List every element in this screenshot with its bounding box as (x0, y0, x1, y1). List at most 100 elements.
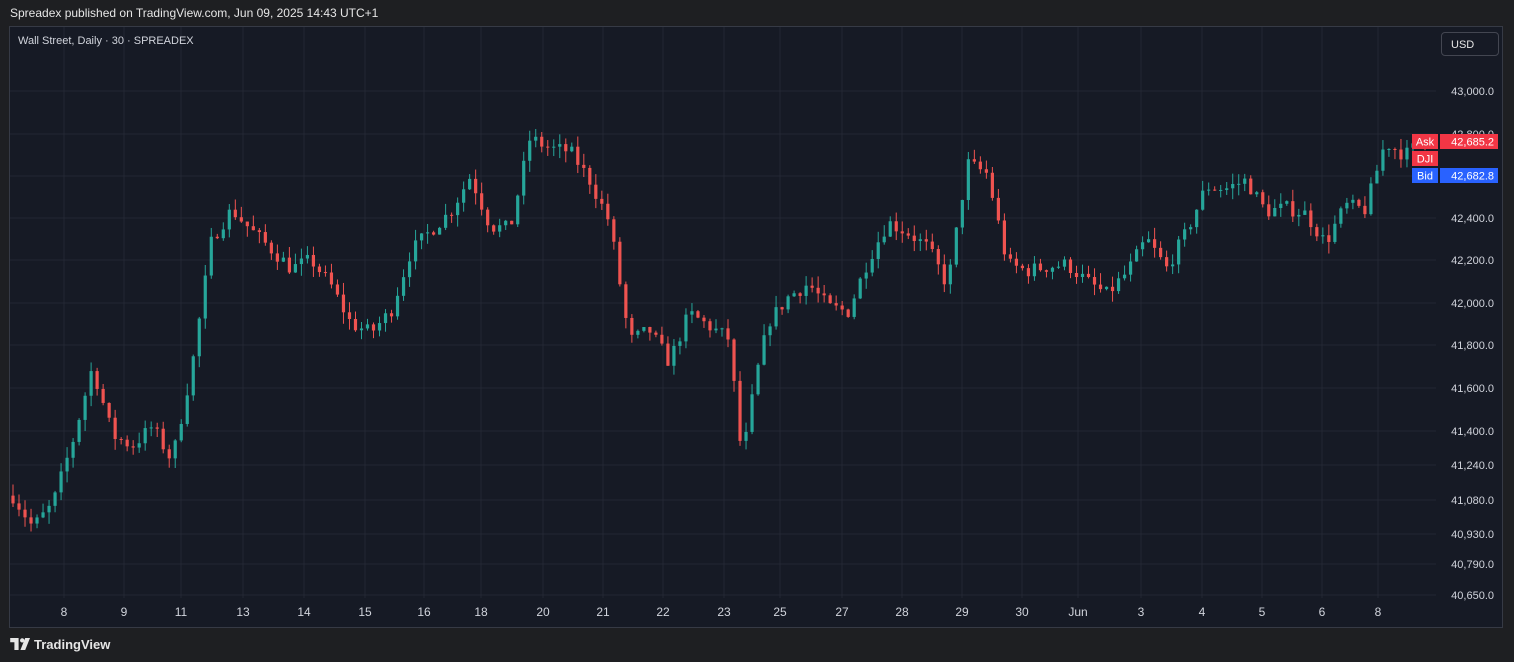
candle (786, 294, 790, 314)
candle (762, 324, 766, 366)
candle (954, 227, 958, 268)
candle (197, 316, 201, 368)
candle (1165, 250, 1169, 272)
candle (305, 246, 310, 264)
candle (696, 310, 700, 319)
candle (456, 197, 460, 227)
candle (317, 263, 322, 277)
x-tick-label: 16 (417, 605, 431, 619)
x-tick-label: 15 (358, 605, 372, 619)
grid-lines (10, 27, 1436, 598)
candle (714, 319, 718, 334)
bid-price-tag-label: Bid (1417, 171, 1433, 183)
candle (347, 302, 352, 330)
candle (546, 140, 550, 156)
candle (53, 490, 57, 513)
symbol-tag: DJI (1412, 151, 1438, 166)
candle (1207, 182, 1211, 196)
candle (438, 226, 442, 235)
candle (936, 245, 940, 275)
candle (1345, 197, 1349, 214)
candle (233, 199, 237, 220)
candle (1038, 258, 1043, 272)
candle (1405, 139, 1409, 168)
candle (191, 354, 195, 401)
candle (882, 225, 886, 245)
tradingview-footer[interactable]: TradingView (10, 636, 110, 652)
tradingview-logo-icon (10, 638, 30, 650)
candle (798, 292, 802, 304)
symbol-info[interactable]: Wall Street, Daily · 30 · SPREADEX (18, 35, 194, 47)
candle (323, 265, 328, 277)
y-tick-label: 43,000.0 (1451, 86, 1494, 98)
x-tick-label: 13 (236, 605, 250, 619)
candle (29, 508, 33, 532)
candle (401, 269, 406, 301)
candle (155, 422, 159, 438)
candle (948, 259, 952, 294)
candle (738, 371, 742, 446)
candle (83, 392, 87, 432)
candle (137, 432, 141, 453)
candle (95, 367, 99, 396)
candle (17, 494, 21, 517)
y-tick-label: 40,930.0 (1451, 529, 1494, 541)
candle (846, 308, 850, 318)
candle (89, 362, 93, 407)
candle (377, 316, 382, 337)
candle (1050, 266, 1055, 280)
candle (1381, 140, 1385, 176)
candle (906, 228, 910, 240)
candle (1351, 194, 1355, 210)
candle (582, 153, 586, 178)
candle (125, 435, 129, 452)
candle (498, 218, 502, 238)
candle (179, 419, 183, 443)
candle (119, 437, 123, 445)
candle (504, 219, 508, 231)
candle (570, 142, 574, 153)
currency-button[interactable]: USD (1441, 32, 1499, 56)
candle (972, 149, 976, 164)
candle (648, 326, 652, 341)
y-tick-label: 41,240.0 (1451, 460, 1494, 472)
bid-price-tag: Bid 42,682.8 (1412, 168, 1498, 183)
x-tick-label: 8 (61, 605, 68, 619)
candle (1026, 264, 1031, 284)
candle (594, 174, 598, 209)
candle (1315, 223, 1319, 242)
x-tick-label: 30 (1015, 605, 1029, 619)
candle (804, 276, 808, 305)
x-tick-label: 25 (773, 605, 787, 619)
bid-price-tag-value: 42,682.8 (1451, 171, 1494, 183)
candle (576, 136, 580, 174)
candle (365, 318, 370, 331)
candle (462, 181, 466, 212)
candle (1387, 148, 1391, 157)
x-tick-label: 27 (835, 605, 849, 619)
candle (287, 246, 291, 275)
candle (780, 306, 784, 315)
candle (744, 422, 748, 450)
candle (1020, 263, 1025, 271)
candles (11, 129, 1427, 532)
candle (1062, 256, 1067, 271)
candle (720, 327, 724, 337)
y-tick-label: 42,200.0 (1451, 255, 1494, 267)
candle (876, 231, 880, 269)
candle (431, 230, 436, 236)
candle (726, 319, 730, 348)
candle (768, 323, 772, 347)
candle (486, 207, 490, 233)
y-tick-label: 41,600.0 (1451, 383, 1494, 395)
candle (552, 139, 556, 157)
candle (636, 329, 640, 339)
candlestick-chart[interactable]: 43,000.042,800.042,600.042,400.042,200.0… (0, 0, 1514, 662)
candle (113, 409, 117, 450)
candle (858, 277, 862, 300)
candle (606, 193, 610, 226)
candle (1285, 200, 1289, 206)
candle (185, 383, 189, 427)
candle (630, 314, 634, 343)
candle (281, 251, 285, 263)
